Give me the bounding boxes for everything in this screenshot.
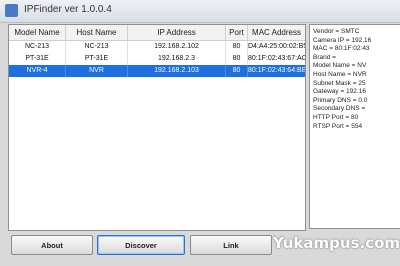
cell-model-name: NVR-4 xyxy=(9,65,66,77)
info-secondary-dns: Secondary DNS = xyxy=(313,105,366,113)
cell-ip-address: 192.168.2.102 xyxy=(128,41,226,53)
info-vendor: Vendor = SMTC xyxy=(313,28,360,35)
table-row-selected[interactable]: NVR-4 NVR 192.168.2.103 80 80:1F:02:43:6… xyxy=(9,65,305,77)
column-header-host-name[interactable]: Host Name xyxy=(66,25,128,40)
info-rtsp-port: RTSP Port = 554 xyxy=(313,122,363,130)
discover-button[interactable]: Discover xyxy=(97,235,185,255)
column-header-model-name[interactable]: Model Name xyxy=(9,25,66,40)
cell-port: 80 xyxy=(226,65,248,77)
info-camera-ip: Camera IP = 192.16 xyxy=(313,36,372,44)
cell-port: 80 xyxy=(226,41,248,53)
cell-mac-address: D4:A4:25:00:02:B5 xyxy=(248,43,305,50)
info-model-name: Model Name = NV xyxy=(313,62,367,70)
info-mac: MAC = 80:1F:02:43 xyxy=(313,45,370,53)
info-brand: Brand = xyxy=(313,53,336,61)
cell-host-name: PT-31E xyxy=(66,53,128,65)
cell-host-name: NC-213 xyxy=(66,41,128,53)
table-header: Model Name Host Name IP Address Port MAC… xyxy=(9,25,305,41)
table-row[interactable]: PT-31E PT-31E 192.168.2.3 80 80:1F:02:43… xyxy=(9,53,305,65)
window-title: IPFinder ver 1.0.0.4 xyxy=(24,4,112,15)
info-host-name: Host Name = NVR xyxy=(313,70,367,78)
column-header-port[interactable]: Port xyxy=(226,25,248,40)
info-gateway: Gateway = 192.16 xyxy=(313,88,366,96)
device-table[interactable]: Model Name Host Name IP Address Port MAC… xyxy=(8,24,306,231)
cell-model-name: PT-31E xyxy=(9,53,66,65)
cell-ip-address: 192.168.2.103 xyxy=(128,65,226,77)
cell-port: 80 xyxy=(226,53,248,65)
cell-host-name: NVR xyxy=(66,65,128,77)
app-icon xyxy=(5,4,18,17)
title-bar: IPFinder ver 1.0.0.4 xyxy=(0,0,400,23)
device-info-panel: Vendor = SMTC Camera IP = 192.16 MAC = 8… xyxy=(309,24,400,229)
column-header-mac-address[interactable]: MAC Address xyxy=(248,25,305,40)
info-subnet-mask: Subnet Mask = 25 xyxy=(313,79,366,87)
info-primary-dns: Primary DNS = 0.0 xyxy=(313,96,368,104)
cell-model-name: NC-213 xyxy=(9,41,66,53)
about-button[interactable]: About xyxy=(11,235,93,255)
table-row[interactable]: NC-213 NC-213 192.168.2.102 80 D4:A4:25:… xyxy=(9,41,305,53)
cell-ip-address: 192.168.2.3 xyxy=(128,53,226,65)
cell-mac-address: 80:1F:02:43:64:BE xyxy=(248,67,305,74)
column-header-ip-address[interactable]: IP Address xyxy=(128,25,226,40)
cell-mac-address: 80:1F:02:43:67:AC xyxy=(248,55,305,62)
link-button[interactable]: Link xyxy=(190,235,272,255)
info-http-port: HTTP Port = 80 xyxy=(313,113,359,121)
watermark: Yukampus.com xyxy=(273,234,400,252)
